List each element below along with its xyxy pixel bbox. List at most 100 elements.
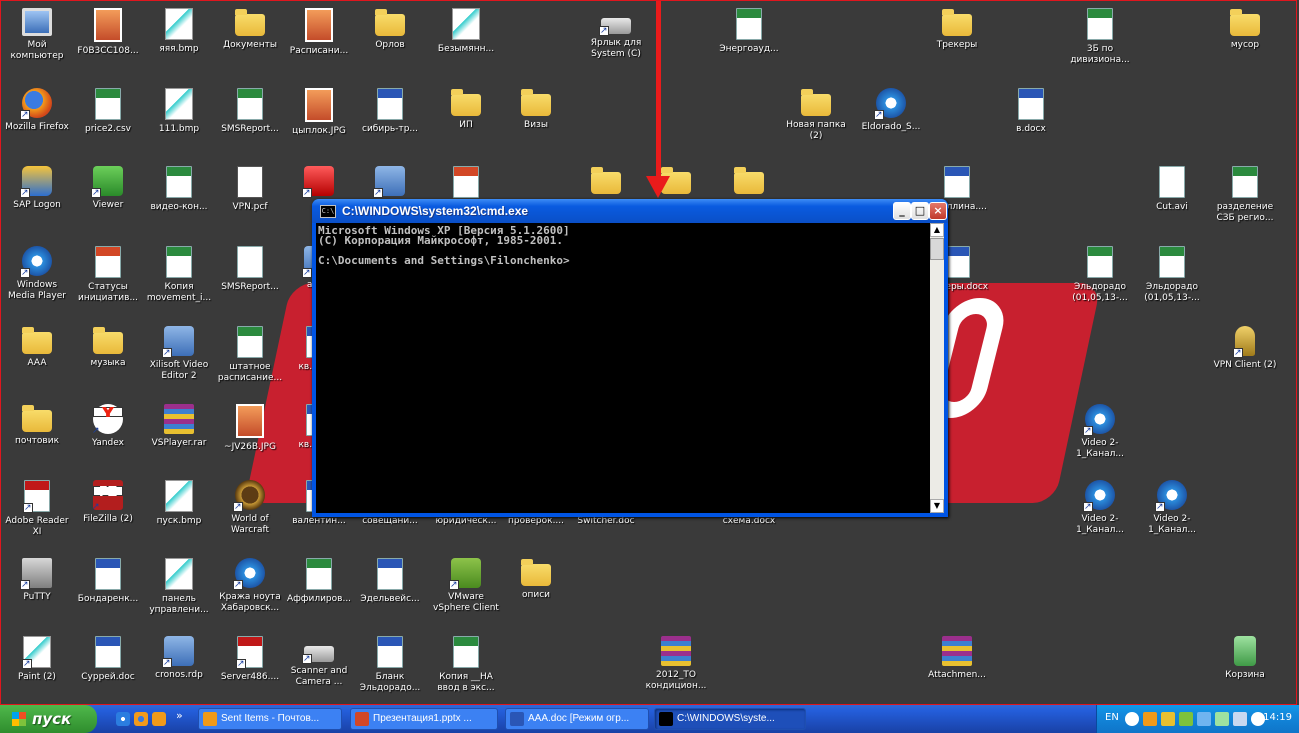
desktop-icon-70[interactable]: панель управлени... (143, 558, 215, 616)
cmd-title-bar[interactable]: C:\ C:\WINDOWS\system32\cmd.exe _ □ × (312, 199, 948, 223)
desktop-icon-53[interactable]: ~JV26B.JPG (214, 404, 286, 453)
desktop-icon-32[interactable] (713, 166, 785, 198)
desktop-icon-39[interactable]: SMSReport... (214, 246, 286, 293)
tray-arrow-icon[interactable] (1125, 712, 1139, 726)
desktop-icon-24[interactable]: Viewer (72, 166, 144, 211)
desktop-icon-82[interactable]: Копия __НА ввод в экс... (430, 636, 502, 694)
desktop-icon-73[interactable]: Эдельвейс... (354, 558, 426, 605)
desktop-icon-69[interactable]: Бондаренк... (72, 558, 144, 605)
desktop-icon-34[interactable]: Cut.avi (1136, 166, 1208, 213)
desktop-icon-22[interactable]: в.docx (995, 88, 1067, 135)
desktop-icon-83[interactable]: 2012_ТО кондицион... (640, 636, 712, 692)
desktop-icon-46[interactable]: Xilisoft Video Editor 2 (143, 326, 215, 382)
desktop-icon-67[interactable]: Video 2-1_Канал... (1136, 480, 1208, 536)
desktop-icon-9[interactable]: Трекеры (921, 8, 993, 51)
desktop-icon-30[interactable] (570, 166, 642, 198)
tray-clock[interactable]: 14:19 (1263, 712, 1292, 723)
desktop-icon-77[interactable]: Суррей.doc (72, 636, 144, 683)
desktop-icon-58[interactable]: пуск.bmp (143, 480, 215, 527)
desktop-icon-26[interactable]: VPN.pcf (214, 166, 286, 213)
desktop-icon-25[interactable]: видео-кон... (143, 166, 215, 213)
desktop-icon-49[interactable]: VPN Client (2) (1209, 326, 1281, 371)
desktop-icon-3[interactable]: Документы (214, 8, 286, 51)
desktop-icon-27[interactable] (283, 166, 355, 200)
tray-shield-icon[interactable] (1197, 712, 1211, 726)
desktop-icon-84[interactable]: Attachmen... (921, 636, 993, 681)
desktop-icon-19[interactable]: Визы (500, 88, 572, 131)
desktop-icon-43[interactable]: Эльдорадо (01,05,13-... (1136, 246, 1208, 304)
desktop-icon-42[interactable]: Эльдорадо (01,05,13-... (1064, 246, 1136, 304)
outlook-icon[interactable] (152, 712, 166, 726)
desktop-icon-78[interactable]: cronos.rdp (143, 636, 215, 681)
tray-outlook-icon[interactable] (1143, 712, 1157, 726)
tray-app-icon[interactable] (1161, 712, 1175, 726)
desktop-icon-23[interactable]: SAP Logon (1, 166, 73, 211)
scroll-up-icon[interactable]: ▲ (930, 223, 944, 237)
desktop-icon-45[interactable]: музыка (72, 326, 144, 369)
desktop-icon-47[interactable]: штатное расписание... (214, 326, 286, 384)
desktop-icon-10[interactable]: 3Б по дивизиона... (1064, 8, 1136, 66)
desktop-icon-20[interactable]: Новая папка (2) (780, 88, 852, 142)
taskbar-button-2[interactable]: AAA.doc [Режим огр... (505, 708, 649, 730)
desktop-icon-59[interactable]: World of Warcraft (214, 480, 286, 536)
taskbar-button-3[interactable]: C:\WINDOWS\syste... (654, 708, 806, 730)
desktop-icon-15[interactable]: SMSReport... (214, 88, 286, 135)
console-icon[interactable]: C:\ (320, 205, 336, 218)
desktop-icon-85[interactable]: Корзина (1209, 636, 1281, 681)
desktop-icon-36[interactable]: Windows Media Player (1, 246, 73, 302)
taskbar-button-1[interactable]: Презентация1.pptx ... (350, 708, 498, 730)
maximize-button[interactable]: □ (911, 202, 929, 220)
tray-network-icon[interactable] (1179, 712, 1193, 726)
quick-launch-more[interactable]: » (176, 709, 183, 722)
ie-icon[interactable] (116, 712, 130, 726)
desktop-icon-4[interactable]: Расписани... (283, 8, 355, 57)
desktop-icon-11[interactable]: мусор (1209, 8, 1281, 51)
desktop-icon-13[interactable]: price2.csv (72, 88, 144, 135)
taskbar-button-0[interactable]: Sent Items - Почтов... (198, 708, 342, 730)
desktop-icon-2[interactable]: яяя.bmp (143, 8, 215, 55)
desktop-icon-6[interactable]: Безымянн... (430, 8, 502, 55)
vertical-scrollbar[interactable]: ▲ ▼ (930, 223, 944, 513)
desktop-icon-56[interactable]: Adobe Reader XI (1, 480, 73, 538)
desktop-icon-71[interactable]: Кража ноута Хабаровск... (214, 558, 286, 614)
firefox-icon[interactable] (134, 712, 148, 726)
desktop-icon-14[interactable]: 111.bmp (143, 88, 215, 135)
cmd-console[interactable]: Microsoft Windows XP [Версия 5.1.2600] (С… (316, 223, 944, 513)
desktop-icon-57[interactable]: FileZilla (2) (72, 480, 144, 525)
desktop-icon-18[interactable]: ИП (430, 88, 502, 131)
desktop-icon-80[interactable]: Scanner and Camera ... (283, 636, 355, 688)
desktop-icon-16[interactable]: цыплок.JPG (283, 88, 355, 137)
desktop-icon-37[interactable]: Статусы инициатив... (72, 246, 144, 304)
cmd-output[interactable]: Microsoft Windows XP [Версия 5.1.2600] (С… (318, 226, 928, 510)
desktop-icon-55[interactable]: Video 2-1_Канал... (1064, 404, 1136, 460)
desktop-icon-38[interactable]: Копия movement_i... (143, 246, 215, 304)
desktop-icon-44[interactable]: AAA (1, 326, 73, 369)
desktop-icon-12[interactable]: Mozilla Firefox (1, 88, 73, 133)
language-indicator[interactable]: EN (1105, 712, 1119, 723)
tray-connection-icon[interactable] (1215, 712, 1229, 726)
desktop-icon-76[interactable]: Paint (2) (1, 636, 73, 683)
close-button[interactable]: × (929, 202, 947, 220)
desktop-icon-68[interactable]: PuTTY (1, 558, 73, 603)
desktop-icon-28[interactable] (354, 166, 426, 200)
scroll-thumb[interactable] (930, 238, 944, 260)
desktop-icon-81[interactable]: Бланк Эльдорадо... (354, 636, 426, 694)
desktop-icon-51[interactable]: Yandex (72, 404, 144, 449)
desktop-icon-74[interactable]: VMware vSphere Client (430, 558, 502, 614)
desktop-icon-79[interactable]: Server486.... (214, 636, 286, 683)
desktop-icon-66[interactable]: Video 2-1_Канал... (1064, 480, 1136, 536)
desktop-icon-50[interactable]: почтовик (1, 404, 73, 447)
desktop-icon-75[interactable]: описи (500, 558, 572, 601)
desktop-icon-35[interactable]: разделение СЗБ регио... (1209, 166, 1281, 224)
desktop-icon-17[interactable]: сибирь-тр... (354, 88, 426, 135)
scroll-down-icon[interactable]: ▼ (930, 499, 944, 513)
cmd-window[interactable]: C:\ C:\WINDOWS\system32\cmd.exe _ □ × Mi… (312, 199, 948, 517)
desktop-icon-52[interactable]: VSPlayer.rar (143, 404, 215, 449)
desktop-icon-1[interactable]: F0B3CC108... (72, 8, 144, 57)
desktop-icon-0[interactable]: Мой компьютер (1, 8, 73, 62)
desktop-icon-21[interactable]: Eldorado_S... (855, 88, 927, 133)
minimize-button[interactable]: _ (893, 202, 911, 220)
tray-volume-icon[interactable] (1233, 712, 1247, 726)
start-button[interactable]: пуск (0, 705, 97, 733)
desktop-icon-72[interactable]: Аффилиров... (283, 558, 355, 605)
